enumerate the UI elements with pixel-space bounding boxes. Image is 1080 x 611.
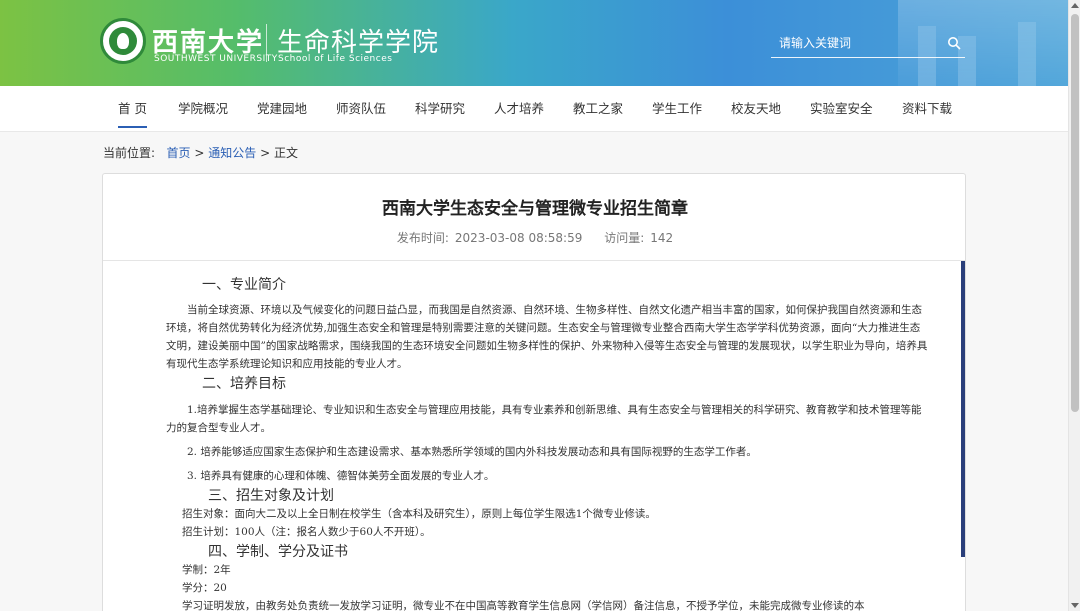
main-nav: 首 页 学院概况 党建园地 师资队伍 科学研究 人才培养 教工之家 学生工作 校…: [0, 86, 1068, 132]
nav-faculty[interactable]: 师资队伍: [336, 86, 386, 132]
section-heading: 一、专业简介: [202, 277, 286, 293]
content-scroll-indicator[interactable]: [961, 261, 965, 557]
views-label: 访问量:: [604, 231, 645, 245]
nav-education[interactable]: 人才培养: [494, 86, 544, 132]
card-divider: [103, 260, 965, 261]
section-heading: 四、学制、学分及证书: [208, 544, 348, 560]
nav-staff-home[interactable]: 教工之家: [573, 86, 623, 132]
paragraph: 学习证明发放，由教务处负责统一发放学习证明，微专业不在中国高等教育学生信息网（学…: [182, 600, 865, 611]
nav-lab-safety[interactable]: 实验室安全: [810, 86, 873, 132]
paragraph: 招生对象：面向大二及以上全日制在校学生（含本科及研究生），原则上每位学生限选1个…: [182, 508, 656, 520]
header-divider: [266, 24, 267, 62]
nav-home[interactable]: 首 页: [118, 86, 147, 132]
views-count: 142: [650, 231, 674, 245]
paragraph: 招生计划：100人（注：报名人数少于60人不开班）。: [182, 526, 431, 538]
nav-student-affairs[interactable]: 学生工作: [652, 86, 702, 132]
nav-downloads[interactable]: 资料下载: [902, 86, 952, 132]
article-card: 西南大学生态安全与管理微专业招生简章 发布时间: 2023-03-08 08:58…: [102, 173, 966, 611]
publish-time: 2023-03-08 08:58:59: [454, 231, 583, 245]
breadcrumb-label: 当前位置:: [103, 146, 156, 160]
breadcrumb-current: 正文: [273, 146, 298, 160]
breadcrumb: 当前位置: 首页 > 通知公告 > 正文: [103, 144, 298, 161]
page-scrollbar[interactable]: [1068, 0, 1080, 611]
nav-research[interactable]: 科学研究: [415, 86, 465, 132]
search-box: [771, 30, 965, 58]
university-name-en: SOUTHWEST UNIVERSITY: [154, 54, 278, 64]
section-heading: 三、招生对象及计划: [208, 488, 334, 504]
search-icon[interactable]: [947, 36, 961, 50]
paragraph: 学分：20: [182, 582, 227, 594]
scroll-down-icon[interactable]: [1071, 603, 1079, 608]
scroll-thumb[interactable]: [1071, 14, 1079, 412]
nav-about[interactable]: 学院概况: [178, 86, 228, 132]
university-logo[interactable]: [100, 18, 146, 64]
breadcrumb-separator: >: [260, 146, 271, 160]
breadcrumb-separator: >: [194, 146, 205, 160]
breadcrumb-home[interactable]: 首页: [167, 146, 191, 160]
paragraph: 2. 培养能够适应国家生态保护和生态建设需求、基本熟悉所学领域的国内外科技发展动…: [187, 446, 757, 458]
article-title: 西南大学生态安全与管理微专业招生简章: [382, 199, 688, 219]
search-input[interactable]: [771, 30, 941, 56]
nav-party[interactable]: 党建园地: [257, 86, 307, 132]
site-header: 西南大学 SOUTHWEST UNIVERSITY 生命科学学院 School …: [0, 0, 1068, 86]
paragraph: 当前全球资源、环境以及气候变化的问题日益凸显，而我国是自然资源、自然环境、生物多…: [166, 304, 928, 370]
paragraph: 3. 培养具有健康的心理和体魄、德智体美劳全面发展的专业人才。: [187, 470, 495, 482]
article-body: 一、专业简介 当前全球资源、环境以及气候变化的问题日益凸显，而我国是自然资源、自…: [166, 274, 928, 611]
article-meta: 发布时间: 2023-03-08 08:58:59 访问量: 142: [103, 229, 967, 246]
breadcrumb-section[interactable]: 通知公告: [208, 146, 256, 160]
school-name-en: School of Life Sciences: [278, 54, 393, 64]
nav-alumni[interactable]: 校友天地: [731, 86, 781, 132]
section-heading: 二、培养目标: [202, 376, 286, 392]
publish-label: 发布时间:: [396, 231, 449, 245]
paragraph: 1.培养掌握生态学基础理论、专业知识和生态安全与管理应用技能，具有专业素养和创新…: [166, 404, 922, 434]
scroll-up-icon[interactable]: [1071, 3, 1079, 8]
paragraph: 学制：2年: [182, 564, 231, 576]
